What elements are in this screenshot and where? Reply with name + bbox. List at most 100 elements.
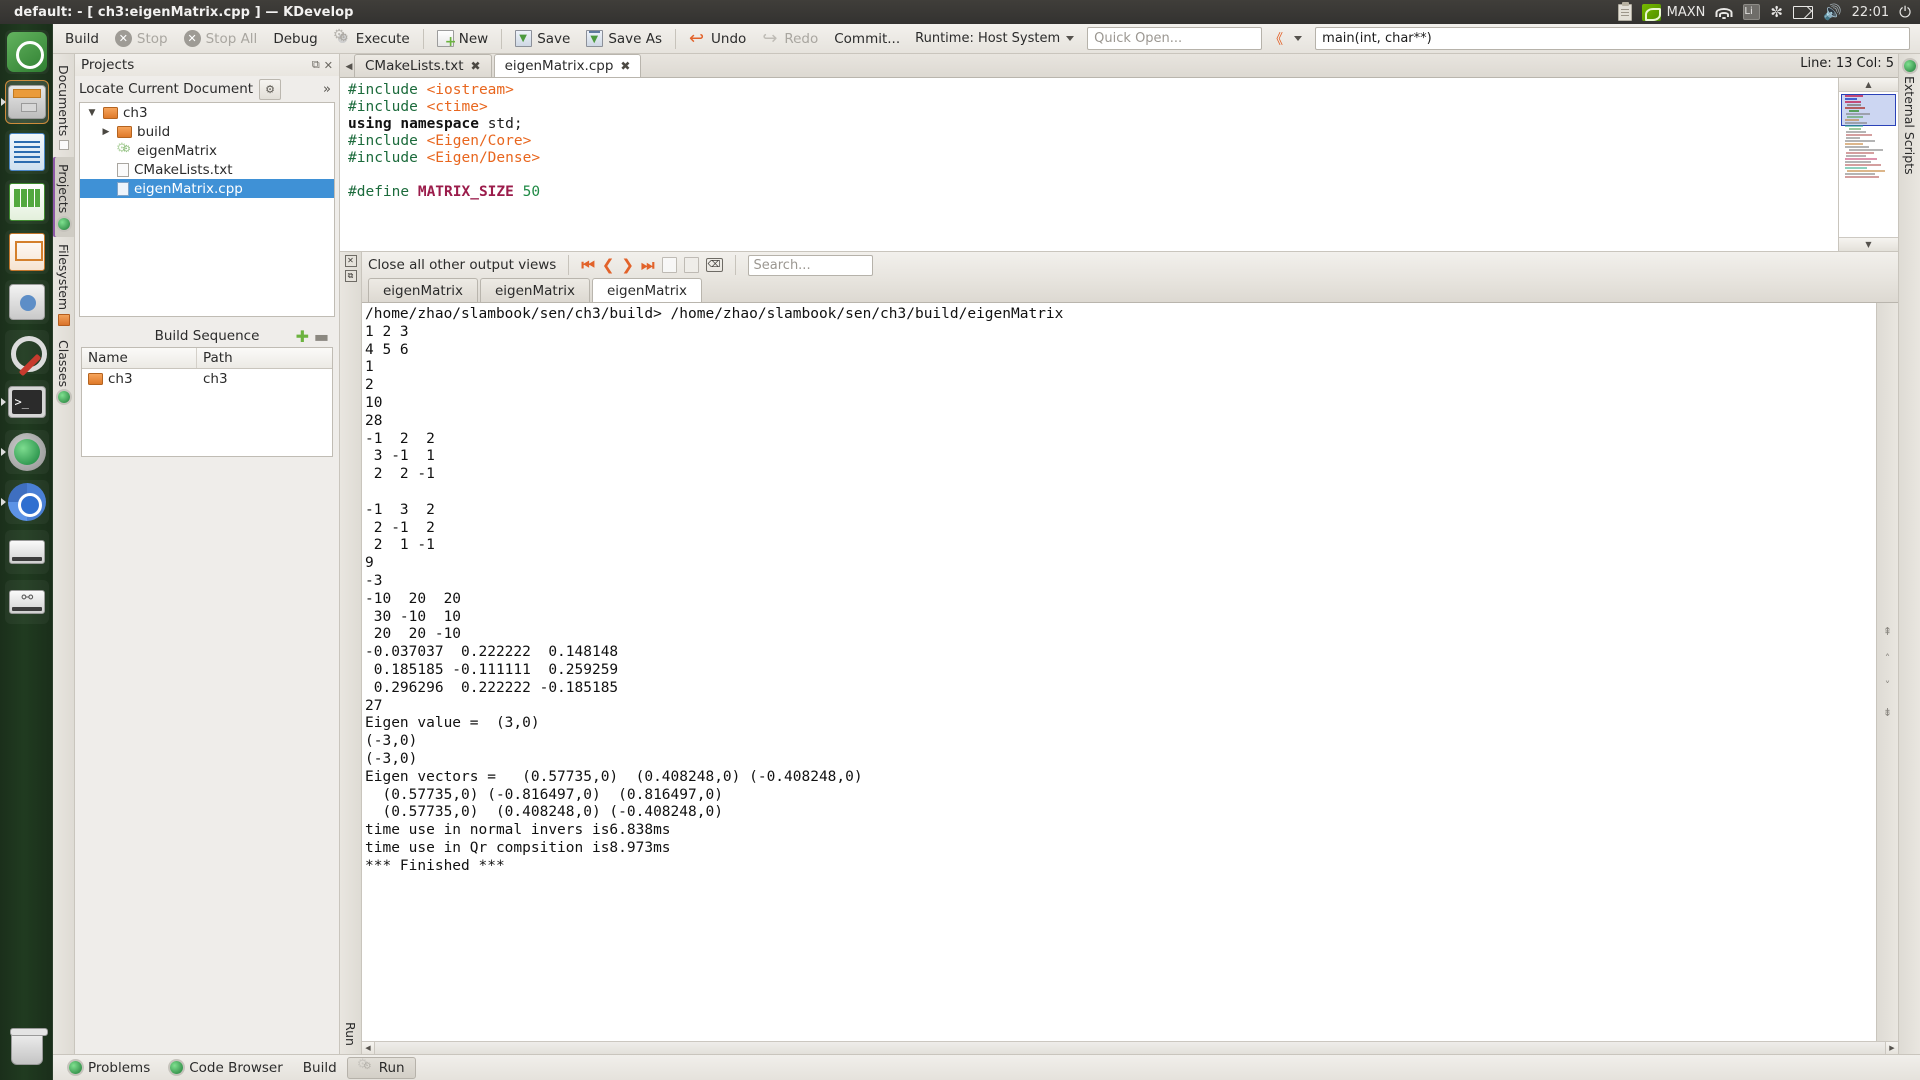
tree-row-ch3[interactable]: ▼ ch3 bbox=[80, 103, 334, 122]
twisty-icon-2[interactable]: ▶ bbox=[100, 127, 112, 137]
close-icon[interactable]: ✖ bbox=[471, 59, 481, 73]
bluetooth-icon[interactable]: ✼ bbox=[1770, 3, 1783, 21]
next-icon[interactable]: ❯ bbox=[621, 256, 634, 274]
launcher-item-libreoffice-writer[interactable] bbox=[5, 130, 49, 174]
green-dot-icon-3 bbox=[1904, 60, 1916, 72]
tab-cmakelists[interactable]: CMakeLists.txt ✖ bbox=[354, 54, 492, 77]
status-button-problems[interactable]: Problems bbox=[59, 1058, 160, 1078]
sidebar-item-documents[interactable]: Documents bbox=[53, 58, 74, 157]
sidebar-item-classes[interactable]: Classes bbox=[53, 333, 74, 410]
runtime-selector[interactable]: Runtime: Host System bbox=[908, 26, 1081, 52]
launcher-item-system-settings[interactable] bbox=[5, 330, 49, 374]
output-search-input[interactable]: Search... bbox=[748, 255, 873, 276]
tree-row-eigenmatrix-cpp[interactable]: eigenMatrix.cpp bbox=[80, 179, 334, 198]
output-run-vertical-tab[interactable]: Run bbox=[340, 1016, 361, 1054]
debug-button[interactable]: Debug bbox=[265, 26, 325, 52]
undock-icon[interactable]: ⧉ bbox=[312, 58, 320, 72]
more-chevron-icon[interactable]: » bbox=[323, 82, 335, 97]
stop-all-button[interactable]: Stop All bbox=[176, 26, 266, 52]
launcher-item-files[interactable] bbox=[5, 80, 49, 124]
collapse-all-icon[interactable]: ⇞ bbox=[1883, 625, 1892, 638]
close-all-other-output-views-button[interactable]: Close all other output views bbox=[368, 257, 556, 273]
launcher-item-trash[interactable] bbox=[0, 1020, 53, 1070]
output-tab-1[interactable]: eigenMatrix bbox=[368, 278, 478, 302]
build-sequence-table-header: Name Path bbox=[82, 348, 332, 369]
function-context-field[interactable]: main(int, char**) bbox=[1315, 27, 1910, 50]
last-icon[interactable]: ⏭ bbox=[641, 256, 655, 274]
launcher-item-libreoffice-impress[interactable] bbox=[5, 230, 49, 274]
sidebar-item-projects[interactable]: Projects bbox=[53, 157, 74, 236]
tree-row-build[interactable]: ▶ build bbox=[80, 122, 334, 141]
mail-icon[interactable] bbox=[1793, 6, 1813, 19]
status-button-code-browser[interactable]: Code Browser bbox=[160, 1058, 293, 1078]
output-tab-2[interactable]: eigenMatrix bbox=[480, 278, 590, 302]
clipboard-icon[interactable] bbox=[1618, 4, 1632, 21]
undo-button[interactable]: Undo bbox=[681, 26, 754, 52]
expand-all-icon[interactable]: ⇟ bbox=[1883, 706, 1892, 719]
scroll-down-icon[interactable]: ˅ bbox=[1885, 679, 1891, 692]
clear-icon[interactable]: ⌫ bbox=[706, 258, 723, 272]
redo-button[interactable]: Redo bbox=[754, 26, 826, 52]
commit-button[interactable]: Commit... bbox=[826, 26, 908, 52]
launcher-item-kdevelop[interactable] bbox=[5, 430, 49, 474]
navigation-back-button[interactable] bbox=[1262, 26, 1309, 52]
scroll-up-icon[interactable]: ˄ bbox=[1885, 652, 1891, 665]
execute-button[interactable]: Execute bbox=[326, 26, 418, 52]
minimap[interactable] bbox=[1839, 92, 1898, 237]
build-button[interactable]: Build bbox=[57, 26, 107, 52]
first-icon[interactable]: ⏮ bbox=[581, 256, 595, 274]
dock-buttons[interactable]: ⧉ ✕ bbox=[312, 58, 333, 72]
save-button[interactable]: Save bbox=[507, 26, 578, 52]
locate-gear-icon[interactable]: ⚙ bbox=[259, 79, 281, 100]
close-icon[interactable]: ✕ bbox=[324, 59, 333, 72]
locate-current-document-button[interactable]: Locate Current Document bbox=[79, 81, 253, 97]
copy-icon[interactable] bbox=[684, 257, 699, 273]
close-icon-2[interactable]: ✖ bbox=[620, 59, 630, 73]
stop-button[interactable]: Stop bbox=[107, 26, 176, 52]
output-console-text[interactable]: /home/zhao/slambook/sen/ch3/build> /home… bbox=[362, 303, 1876, 1041]
volume-icon[interactable]: 🔊 bbox=[1823, 3, 1842, 21]
project-tree[interactable]: ▼ ch3 ▶ build eigenMatrix CMak bbox=[79, 102, 335, 317]
tree-row-cmakelists[interactable]: CMakeLists.txt bbox=[80, 160, 334, 179]
minus-icon[interactable]: ▬ bbox=[314, 327, 329, 346]
save-as-button[interactable]: Save As bbox=[578, 26, 670, 52]
sidebar-item-filesystem[interactable]: Filesystem bbox=[53, 237, 74, 333]
twisty-icon[interactable]: ▼ bbox=[86, 108, 98, 118]
launcher-item-usb-drive[interactable] bbox=[5, 580, 49, 624]
code-token: std; bbox=[488, 116, 523, 132]
tree-row-eigenmatrix-target[interactable]: eigenMatrix bbox=[80, 141, 334, 160]
new-button[interactable]: New bbox=[429, 26, 496, 52]
launcher-item-terminal[interactable]: >_ bbox=[5, 380, 49, 424]
build-sequence-table[interactable]: Name Path ch3 ch3 bbox=[81, 347, 333, 457]
launcher-item-chromium[interactable] bbox=[5, 480, 49, 524]
previous-icon[interactable]: ❮ bbox=[602, 256, 615, 274]
output-tab-3[interactable]: eigenMatrix bbox=[592, 278, 702, 302]
wifi-icon[interactable] bbox=[1715, 5, 1733, 19]
tab-eigenmatrix-cpp[interactable]: eigenMatrix.cpp ✖ bbox=[494, 54, 642, 77]
plus-icon[interactable]: ✚ bbox=[296, 327, 309, 346]
input-method-icon[interactable]: Li bbox=[1743, 4, 1760, 20]
quick-open-input[interactable]: Quick Open... bbox=[1087, 27, 1262, 50]
status-button-run[interactable]: Run bbox=[347, 1057, 416, 1079]
sidebar-item-external-scripts[interactable]: External Scripts bbox=[1899, 58, 1920, 182]
launcher-item-disk-drive[interactable] bbox=[5, 530, 49, 574]
nvidia-icon[interactable]: MAXN bbox=[1642, 4, 1706, 21]
power-icon[interactable]: ⏻ bbox=[1899, 3, 1911, 21]
tab-scroll-left-icon[interactable]: ◀ bbox=[344, 62, 354, 77]
undock-icon[interactable]: ⧉ bbox=[345, 270, 357, 282]
table-row[interactable]: ch3 ch3 bbox=[82, 369, 332, 389]
launcher-item-software-center[interactable] bbox=[5, 280, 49, 324]
scroll-left-icon[interactable]: ◀ bbox=[362, 1042, 375, 1055]
output-horizontal-scrollbar[interactable]: ◀ ▶ bbox=[362, 1041, 1898, 1054]
scroll-right-icon[interactable]: ▶ bbox=[1885, 1042, 1898, 1055]
close-icon[interactable]: ✕ bbox=[345, 255, 357, 267]
minimap-scroll-down-icon[interactable]: ▼ bbox=[1839, 237, 1898, 251]
status-button-build[interactable]: Build bbox=[293, 1058, 347, 1078]
select-all-icon[interactable] bbox=[662, 257, 677, 273]
clock[interactable]: 22:01 bbox=[1852, 5, 1889, 20]
launcher-item-ubuntu-dash[interactable] bbox=[5, 30, 49, 74]
launcher-item-libreoffice-calc[interactable] bbox=[5, 180, 49, 224]
code-text[interactable]: #include <iostream>#include <ctime>using… bbox=[340, 78, 1838, 251]
minimap-scroll-up-icon[interactable]: ▲ bbox=[1839, 78, 1898, 92]
function-context-value: main(int, char**) bbox=[1322, 31, 1432, 46]
